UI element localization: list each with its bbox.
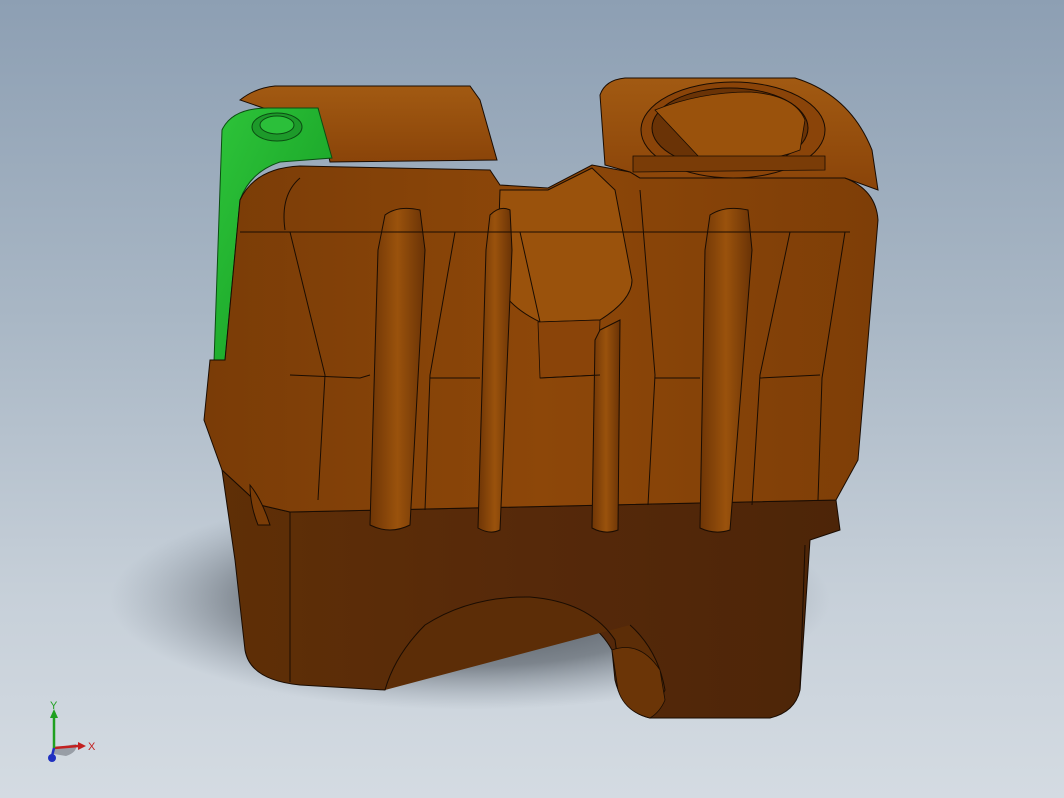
center-channel[interactable] [496,167,633,323]
rib-3 [591,319,621,533]
z-axis-end-icon [48,754,56,762]
x-axis-arrow-icon [78,742,86,750]
x-axis-label: X [88,741,96,753]
coordinate-triad[interactable]: X Y [36,700,106,766]
model-view[interactable] [0,0,1064,798]
center-channel-floor [537,319,601,379]
filler-neck-inner [259,115,295,135]
graphics-viewport[interactable]: X Y [0,0,1064,798]
cap-rim-shade [632,155,826,173]
y-axis-label: Y [50,700,58,712]
